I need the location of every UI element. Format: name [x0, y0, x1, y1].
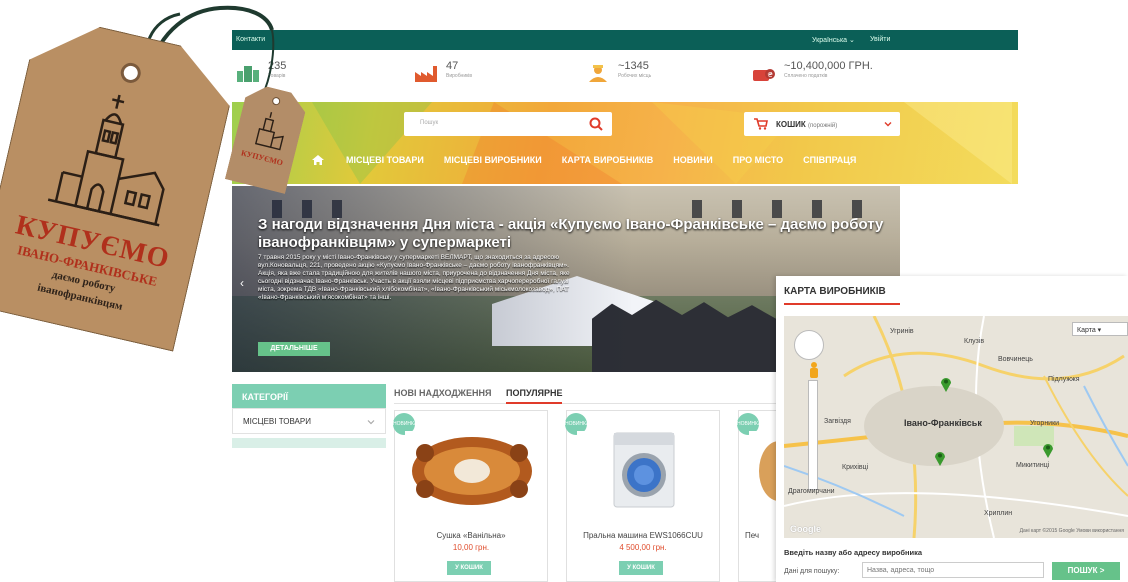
- language-label: Українська: [812, 37, 848, 44]
- producers-map-panel: КАРТА ВИРОБНИКІВ Карта ▾ Угринів Клузів …: [776, 276, 1128, 582]
- product-image-bagels: [405, 431, 539, 509]
- stat-taxes-value: ~10,400,000 ГРН.: [784, 60, 873, 72]
- map-marker-icon[interactable]: [1042, 442, 1054, 458]
- add-to-cart-button[interactable]: У КОШИК: [447, 561, 491, 575]
- chevron-down-icon: [367, 420, 375, 425]
- factory-icon: [415, 66, 437, 82]
- stat-producers-value: 47: [446, 60, 459, 72]
- stat-jobs-label: Робочих місць: [618, 73, 652, 79]
- stats-bar: 235 Товарів 47 Виробників ~1345 Робочих …: [232, 50, 1018, 102]
- stat-jobs-value: ~1345: [618, 60, 649, 72]
- money-icon: ₴: [753, 69, 775, 81]
- map-search-label: Дані для пошуку:: [784, 568, 840, 575]
- map-label: Угорники: [1030, 420, 1060, 427]
- categories-panel: КАТЕГОРІЇ МІСЦЕВІ ТОВАРИ: [232, 384, 386, 448]
- product-price: 4 500,00 грн.: [619, 543, 667, 552]
- product-image-washing-machine: [577, 431, 711, 509]
- title-underline: [784, 303, 900, 305]
- login-link[interactable]: Увійти: [870, 36, 890, 43]
- language-selector[interactable]: Українська ⌄: [812, 36, 855, 44]
- nav-cooperation[interactable]: СПІВПРАЦЯ: [803, 155, 856, 165]
- search-input[interactable]: Пошук: [420, 120, 438, 126]
- product-name[interactable]: Сушка «Ванільна»: [395, 531, 547, 540]
- cart-label: КОШИК (порожній): [776, 120, 837, 129]
- map-label: Вовчинець: [998, 356, 1033, 363]
- product-card[interactable]: НОВИНКА Сушка «Ванільна» 10,00 грн. У КО…: [393, 410, 548, 582]
- google-logo: Google: [790, 524, 821, 534]
- category-item-local-products[interactable]: МІСЦЕВІ ТОВАРИ: [232, 408, 386, 434]
- map-type-select[interactable]: Карта ▾: [1072, 322, 1128, 336]
- home-icon[interactable]: [312, 155, 324, 165]
- categories-title: КАТЕГОРІЇ: [232, 384, 386, 408]
- map-zoom-slider[interactable]: [808, 380, 818, 490]
- map-search-button[interactable]: ПОШУК >: [1052, 562, 1120, 580]
- worker-icon: [589, 65, 607, 82]
- map-marker-icon[interactable]: [934, 450, 946, 466]
- map-copyright[interactable]: Дані карт ©2015 Google Умови використанн…: [1020, 528, 1124, 534]
- chevron-down-icon: [884, 122, 892, 127]
- slider-prev-icon[interactable]: ‹: [240, 276, 244, 290]
- tab-new-arrivals[interactable]: НОВІ НАДХОДЖЕННЯ: [394, 388, 491, 398]
- slide-text: 7 травня 2015 року у місті Івано-Франків…: [258, 254, 570, 301]
- slide-more-button[interactable]: ДЕТАЛЬНІШЕ: [258, 342, 330, 356]
- cart-state: (порожній): [808, 123, 838, 129]
- pegman-icon[interactable]: [808, 362, 820, 378]
- cart-dropdown[interactable]: КОШИК (порожній): [744, 112, 900, 136]
- map-search-hint: Введіть назву або адресу виробника: [784, 548, 923, 557]
- main-nav: МІСЦЕВІ ТОВАРИ МІСЦЕВІ ВИРОБНИКИ КАРТА В…: [312, 152, 876, 168]
- map-label: Клузів: [964, 338, 985, 345]
- map-city-label: Івано-Франківськ: [904, 418, 982, 428]
- map-marker-icon[interactable]: [940, 376, 952, 392]
- product-price: 10,00 грн.: [452, 543, 490, 552]
- nav-local-products[interactable]: МІСЦЕВІ ТОВАРИ: [346, 155, 424, 165]
- search-box[interactable]: Пошук: [404, 112, 612, 136]
- map-label: Микитинці: [1016, 462, 1050, 469]
- svg-text:₴: ₴: [768, 71, 774, 79]
- nav-producers-map[interactable]: КАРТА ВИРОБНИКІВ: [562, 155, 654, 165]
- map-label: Підлужжя: [1048, 376, 1080, 383]
- map-label: Хриплин: [984, 510, 1013, 517]
- search-icon[interactable]: [580, 112, 612, 136]
- map-pan-control[interactable]: [794, 330, 824, 360]
- stat-producers-label: Виробників: [446, 73, 473, 79]
- add-to-cart-button[interactable]: У КОШИК: [619, 561, 663, 575]
- nav-local-producers[interactable]: МІСЦЕВІ ВИРОБНИКИ: [444, 155, 542, 165]
- category-label: МІСЦЕВІ ТОВАРИ: [243, 417, 311, 426]
- producer-search-input[interactable]: [862, 562, 1044, 578]
- google-map[interactable]: Карта ▾ Угринів Клузів Вовчинець Підлужж…: [784, 316, 1128, 538]
- product-card[interactable]: НОВИНКА Пральна машина EWS1066CUU 4 500,…: [565, 410, 720, 582]
- tab-popular[interactable]: ПОПУЛЯРНЕ: [506, 388, 563, 404]
- map-label: Загвіздя: [824, 418, 851, 425]
- map-title: КАРТА ВИРОБНИКІВ: [784, 286, 886, 297]
- promo-tag-large: КУПУЄМО ІВАНО-ФРАНКІВСЬКЕ даємо роботу і…: [0, 13, 241, 352]
- product-name[interactable]: Пральна машина EWS1066CUU: [567, 531, 719, 540]
- nav-news[interactable]: НОВИНИ: [673, 155, 712, 165]
- map-label: Угринів: [890, 328, 914, 335]
- nav-about-city[interactable]: ПРО МІСТО: [733, 155, 783, 165]
- map-type-label: Карта: [1077, 327, 1096, 334]
- map-label: Крихівці: [842, 464, 869, 471]
- cart-title: КОШИК: [776, 120, 806, 129]
- header-banner: [232, 102, 1018, 184]
- slide-title[interactable]: З нагоди відзначення Дня міста - акція «…: [258, 216, 888, 252]
- stat-taxes-label: Сплачено податків: [784, 73, 828, 79]
- top-bar: Контакти Українська ⌄ Увійти: [232, 30, 1018, 50]
- cart-icon: [754, 118, 768, 130]
- category-item-collapsed[interactable]: [232, 438, 386, 448]
- map-label: Драгомирчани: [788, 488, 835, 495]
